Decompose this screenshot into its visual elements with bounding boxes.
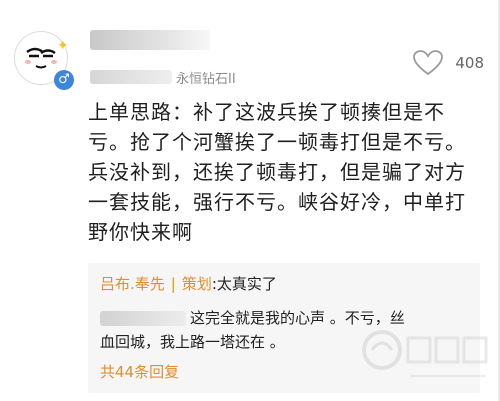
reply-author-name[interactable]: 吕布.奉先 xyxy=(100,275,165,293)
reply-text-2: 血回城，我上路一塔还在 。 xyxy=(100,333,285,351)
heart-icon[interactable] xyxy=(413,50,444,76)
reply-line-2: 血回城，我上路一塔还在 。 xyxy=(100,330,285,354)
reply-header: 吕布.奉先 | 策划:太真实了 xyxy=(100,273,277,294)
comment-card: ✦ ♂ 永恒钻石II 408 上单思路：补了这波兵挨了顿揍但是不亏。抢了个河蟹挨… xyxy=(0,0,500,401)
rank-label: 永恒钻石II xyxy=(176,71,236,87)
reply-preview[interactable]: 吕布.奉先 | 策划:太真实了 这完全就是我的心声 。不亏，丝 血回城，我上路一塔还… xyxy=(88,263,480,393)
reply-user-redacted xyxy=(100,310,186,326)
rank-redacted xyxy=(90,70,172,84)
username-redacted[interactable] xyxy=(90,30,210,50)
star-icon: ✦ xyxy=(57,38,69,54)
reply-count-link[interactable]: 共44条回复 xyxy=(100,361,179,382)
reply-quote-text: 太真实了 xyxy=(216,275,277,293)
reply-author-role: 策划 xyxy=(181,275,212,293)
post-text: 上单思路：补了这波兵挨了顿揍但是不亏。抢了个河蟹挨了一顿毒打但是不亏。兵没补到，… xyxy=(88,100,466,244)
reply-text-1: 这完全就是我的心声 。不亏，丝 xyxy=(190,309,405,327)
like-button[interactable]: 408 xyxy=(413,50,484,76)
reply-separator: | xyxy=(170,275,176,293)
rank-row: 永恒钻石II xyxy=(90,68,236,87)
like-count: 408 xyxy=(455,54,484,72)
gender-male-icon: ♂ xyxy=(54,70,74,90)
reply-line-1: 这完全就是我的心声 。不亏，丝 xyxy=(100,306,405,330)
